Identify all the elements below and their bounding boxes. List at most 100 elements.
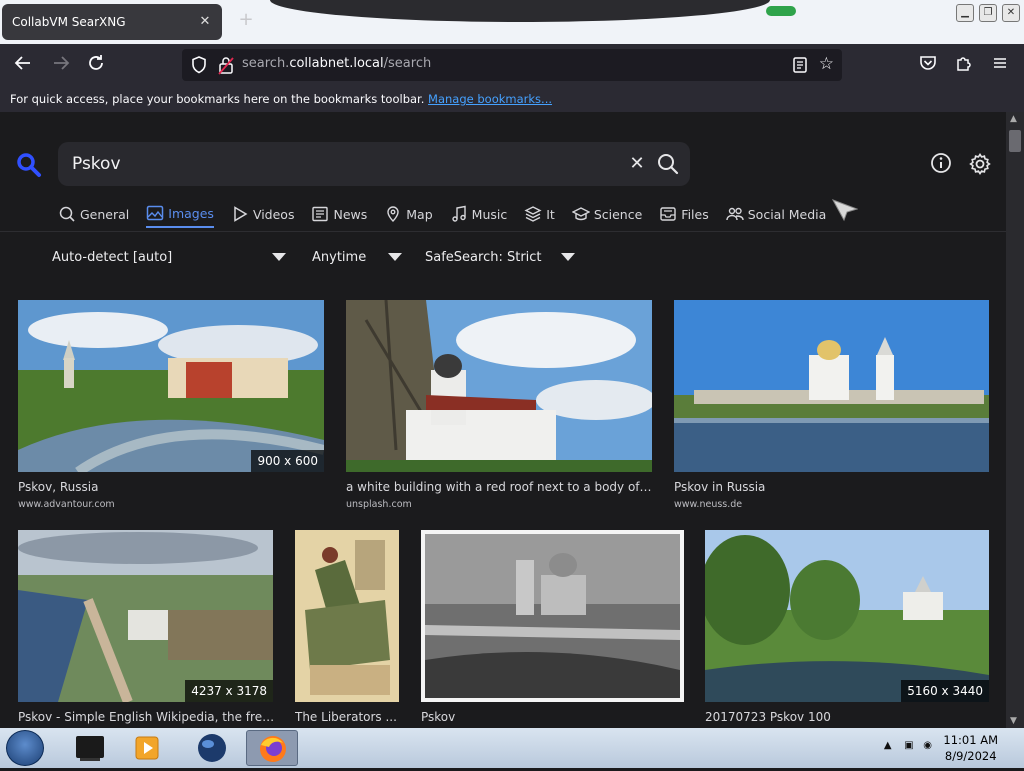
clear-search-button[interactable]: ✕	[626, 153, 648, 175]
safesearch-select[interactable]: SafeSearch: Strict	[425, 244, 581, 270]
taskbar-terminal-app[interactable]	[64, 730, 116, 766]
navigation-toolbar: search.collabnet.local/search ☆	[0, 44, 1024, 86]
tab-general[interactable]: General	[58, 200, 129, 228]
tray-volume-icon[interactable]: ◉	[923, 740, 932, 751]
result-card[interactable]: 4237 x 3178 Pskov - Simple English Wikip…	[18, 530, 278, 728]
pskov-park-photo	[705, 530, 989, 702]
result-thumbnail[interactable]: 4237 x 3178	[18, 530, 273, 702]
tab-videos[interactable]: Videos	[231, 200, 294, 228]
result-title[interactable]: Pskov	[421, 710, 684, 724]
bookmark-star-icon[interactable]: ☆	[819, 54, 834, 74]
play-icon	[234, 206, 248, 222]
pskov-historic-bw-photo	[425, 534, 680, 698]
image-dimensions-badge: 5160 x 3440	[901, 680, 989, 702]
new-tab-button[interactable]: +	[236, 10, 256, 30]
result-url[interactable]: unsplash.com	[346, 499, 412, 510]
puzzle-icon	[957, 57, 971, 71]
gear-icon[interactable]	[968, 152, 992, 176]
scroll-down-arrow-icon[interactable]: ▼	[1010, 716, 1017, 726]
result-card[interactable]: The Liberators ...	[295, 530, 399, 728]
search-box: ✕	[58, 142, 690, 186]
tray-display-icon[interactable]: ▣	[904, 740, 913, 751]
minimize-button[interactable]: ▁	[956, 4, 974, 22]
pocket-icon	[920, 56, 936, 70]
result-title[interactable]: 20170723 Pskov 100	[705, 710, 989, 724]
system-tray[interactable]: ▲ ▣ ◉	[884, 740, 932, 751]
window-titlebar-decoration	[270, 0, 796, 22]
time-range-select[interactable]: Anytime	[312, 244, 408, 270]
tab-music[interactable]: Music	[450, 200, 507, 228]
tab-it[interactable]: It	[524, 200, 555, 228]
arrow-right-icon	[54, 56, 70, 70]
reload-icon	[89, 55, 103, 70]
search-input[interactable]	[70, 151, 590, 177]
language-select[interactable]: Auto-detect [auto]	[52, 244, 292, 270]
tab-strip: CollabVM SearXNG ✕ + ▁ ❐ ✕	[0, 0, 1024, 44]
address-bar[interactable]: search.collabnet.local/search ☆	[182, 49, 842, 81]
back-button[interactable]	[12, 54, 34, 76]
result-url[interactable]: www.neuss.de	[674, 499, 742, 510]
tab-news[interactable]: News	[311, 200, 367, 228]
result-card[interactable]: Pskov in Russia www.neuss.de	[674, 300, 989, 512]
result-thumbnail[interactable]	[346, 300, 652, 472]
pskov-river-photo	[18, 300, 324, 472]
tab-searxng[interactable]: CollabVM SearXNG ✕	[2, 4, 222, 40]
tab-science[interactable]: Science	[571, 200, 642, 228]
tab-close-button[interactable]: ✕	[196, 13, 214, 31]
shield-icon[interactable]	[190, 55, 208, 75]
tab-map[interactable]: Map	[384, 200, 433, 228]
result-card[interactable]: 900 x 600 Pskov, Russia www.advantour.co…	[18, 300, 324, 512]
image-dimensions-badge: 900 x 600	[251, 450, 324, 472]
tray-expand-icon[interactable]: ▲	[884, 740, 892, 751]
people-icon	[726, 207, 744, 221]
pskov-kremlin-photo	[674, 300, 989, 472]
scroll-up-arrow-icon[interactable]: ▲	[1010, 114, 1017, 124]
lock-warning-icon[interactable]	[218, 55, 234, 75]
result-title[interactable]: a white building with a red roof next to…	[346, 480, 652, 494]
searxng-logo-icon[interactable]	[16, 152, 42, 178]
taskbar-clock[interactable]: 11:01 AM 8/9/2024	[943, 732, 998, 764]
forward-button[interactable]	[50, 54, 72, 76]
result-thumbnail[interactable]	[421, 530, 684, 702]
taskbar-firefox[interactable]	[246, 730, 298, 766]
tab-images[interactable]: Images	[146, 200, 214, 228]
clock-date: 8/9/2024	[944, 749, 997, 763]
extensions-button[interactable]	[953, 54, 975, 76]
result-thumbnail[interactable]	[674, 300, 989, 472]
result-url[interactable]: www.advantour.com	[18, 499, 115, 510]
scrollbar-thumb[interactable]	[1009, 130, 1021, 152]
taskbar-media-player[interactable]	[122, 730, 174, 766]
result-card[interactable]: 5160 x 3440 20170723 Pskov 100	[705, 530, 989, 728]
globe-icon	[198, 734, 226, 762]
white-church-photo	[346, 300, 652, 472]
result-card[interactable]: a white building with a red roof next to…	[346, 300, 652, 512]
taskbar-network-app[interactable]	[186, 730, 238, 766]
tab-title: CollabVM SearXNG	[12, 15, 126, 29]
info-icon[interactable]	[930, 152, 952, 174]
manage-bookmarks-link[interactable]: Manage bookmarks...	[428, 92, 552, 106]
result-thumbnail[interactable]: 900 x 600	[18, 300, 324, 472]
result-title[interactable]: The Liberators ...	[295, 710, 399, 724]
url-text[interactable]: search.collabnet.local/search	[242, 56, 431, 71]
mouse-pointer-icon	[832, 199, 858, 222]
pocket-button[interactable]	[917, 54, 939, 76]
bookmarks-toolbar: For quick access, place your bookmarks h…	[0, 86, 1024, 112]
menu-button[interactable]	[989, 54, 1011, 76]
search-icon	[59, 206, 75, 222]
restore-button[interactable]: ❐	[979, 4, 997, 22]
reader-view-icon[interactable]	[792, 56, 808, 74]
window-close-button[interactable]: ✕	[1002, 4, 1020, 22]
tab-social-media[interactable]: Social Media	[726, 200, 826, 228]
tab-files[interactable]: Files	[659, 200, 709, 228]
result-title[interactable]: Pskov in Russia	[674, 480, 989, 494]
arrow-left-icon	[14, 56, 30, 70]
result-card[interactable]: Pskov	[421, 530, 684, 728]
reload-button[interactable]	[85, 54, 107, 76]
result-title[interactable]: Pskov - Simple English Wikipedia, the fr…	[18, 710, 278, 724]
result-thumbnail[interactable]: 5160 x 3440	[705, 530, 989, 702]
search-submit-icon[interactable]	[656, 152, 680, 176]
result-title[interactable]: Pskov, Russia	[18, 480, 324, 494]
start-button[interactable]	[6, 730, 44, 766]
result-thumbnail[interactable]	[295, 530, 399, 702]
page-scrollbar[interactable]: ▲ ▼	[1006, 112, 1024, 728]
